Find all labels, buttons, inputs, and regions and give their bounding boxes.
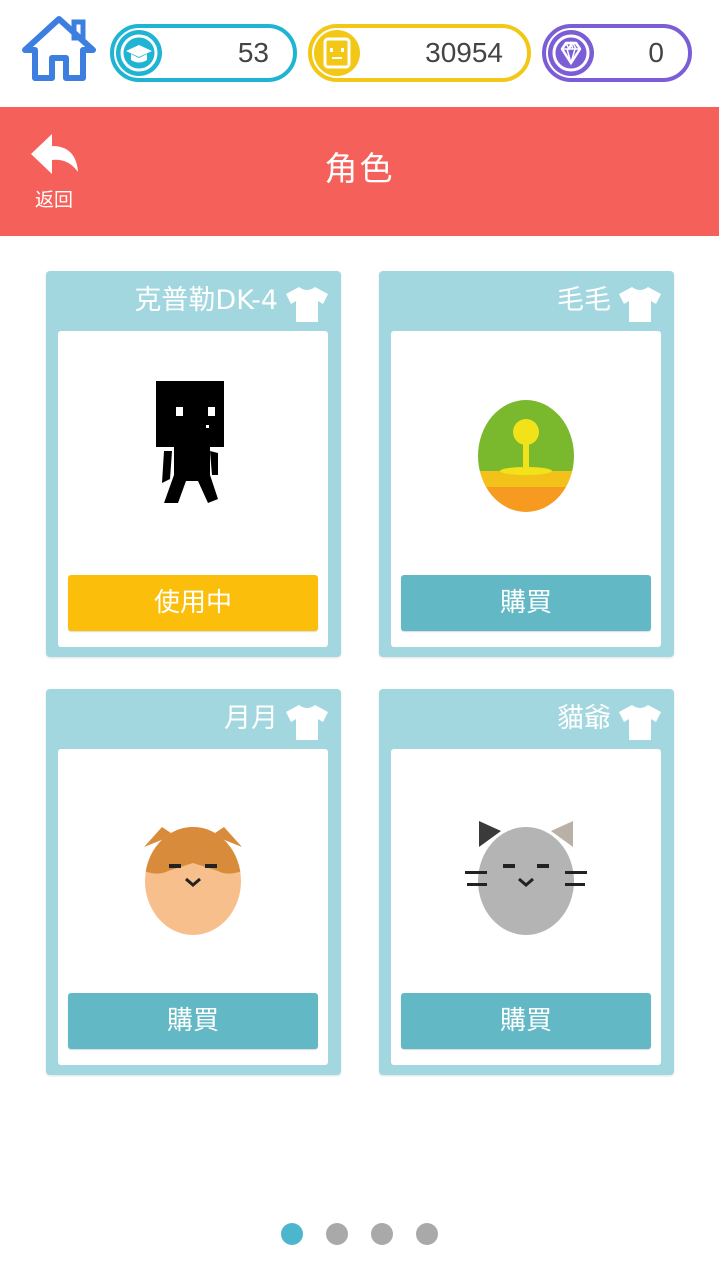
graduation-cap-icon	[116, 30, 162, 76]
page-indicator	[0, 1223, 719, 1247]
character-name: 毛毛	[557, 285, 611, 316]
character-card: 月月 購買	[46, 689, 341, 1075]
shiba-character-image	[144, 827, 242, 935]
robot-character-image	[156, 381, 224, 503]
buy-button[interactable]: 購買	[68, 993, 318, 1049]
level-value: 53	[237, 37, 269, 68]
character-preview: 購買	[391, 331, 661, 647]
character-preview: 購買	[58, 749, 328, 1065]
resource-bar: 53 30954 0	[0, 0, 719, 107]
character-name: 月月	[224, 703, 278, 734]
shirt-icon[interactable]	[618, 703, 662, 741]
page-dot-2[interactable]	[326, 1223, 348, 1245]
character-preview: 購買	[391, 749, 661, 1065]
page-title: 角色	[324, 149, 395, 188]
gem-value: 0	[648, 37, 664, 68]
page-dot-4[interactable]	[416, 1223, 438, 1245]
back-label: 返回	[34, 189, 73, 211]
page-dot-1[interactable]	[281, 1223, 303, 1245]
character-card: 克普勒DK-4 使用中	[46, 271, 341, 657]
character-name: 貓爺	[557, 703, 611, 734]
page-dot-3[interactable]	[371, 1223, 393, 1245]
home-icon	[22, 16, 96, 81]
in-use-button[interactable]: 使用中	[68, 575, 318, 631]
character-card: 毛毛 購買	[379, 271, 674, 657]
character-name: 克普勒DK-4	[134, 285, 278, 316]
character-preview: 使用中	[58, 331, 328, 647]
coin-face-icon	[314, 30, 360, 76]
home-button[interactable]	[20, 14, 98, 84]
shirt-icon[interactable]	[618, 285, 662, 323]
diamond-icon	[548, 30, 594, 76]
gem-counter: 0	[542, 24, 692, 82]
page-header: 返回 角色	[0, 107, 719, 236]
shirt-icon[interactable]	[285, 703, 329, 741]
shirt-icon[interactable]	[285, 285, 329, 323]
character-card: 貓爺 購買	[379, 689, 674, 1075]
level-counter: 53	[110, 24, 297, 82]
green-egg-character-image	[478, 400, 574, 512]
buy-button[interactable]: 購買	[401, 993, 651, 1049]
buy-button[interactable]: 購買	[401, 575, 651, 631]
coin-value: 30954	[425, 37, 503, 68]
cat-character-image	[465, 821, 587, 935]
coin-counter: 30954	[308, 24, 531, 82]
